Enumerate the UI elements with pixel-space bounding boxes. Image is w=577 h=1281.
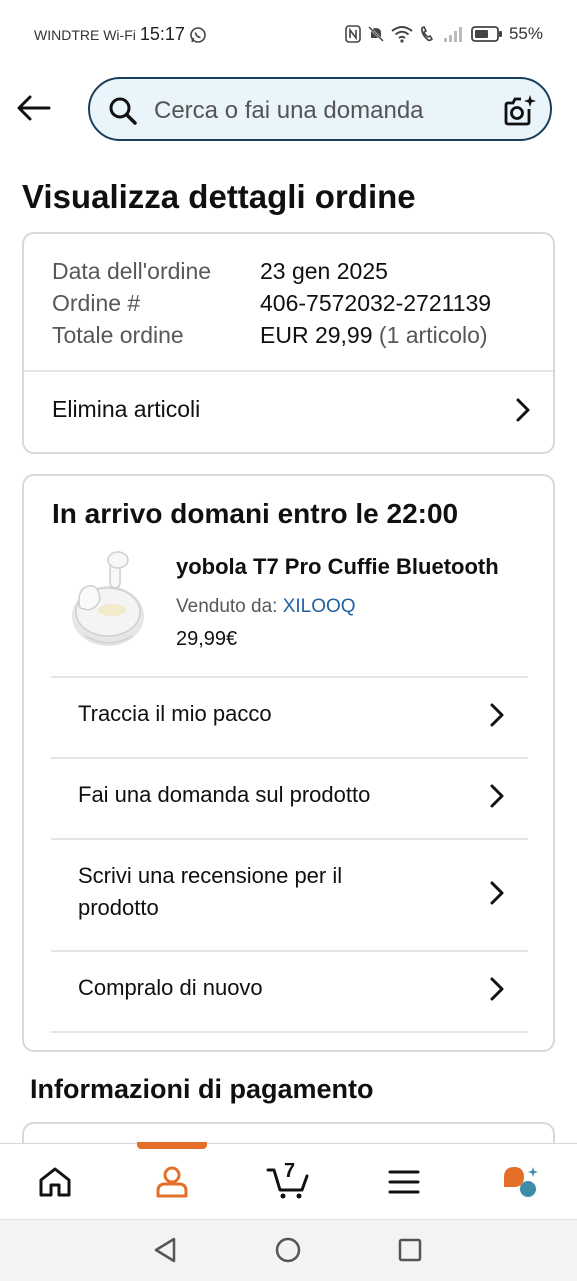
- status-bar: WINDTRE Wi-Fi 15:17 55%: [0, 0, 577, 70]
- chevron-right-icon: [490, 881, 504, 905]
- back-arrow-icon: [17, 95, 51, 121]
- nav-menu[interactable]: [364, 1144, 444, 1220]
- nav-home[interactable]: [15, 1144, 95, 1220]
- product-image[interactable]: [58, 550, 158, 660]
- order-total-value: EUR 29,99 (1 articolo): [260, 322, 488, 349]
- header: Cerca o fai una domanda: [0, 70, 577, 156]
- order-summary-card: Data dell'ordine 23 gen 2025 Ordine # 40…: [22, 232, 555, 454]
- status-right: 55%: [345, 24, 543, 44]
- action-label[interactable]: Compralo di nuovo: [78, 972, 263, 1004]
- signal-icon: [443, 27, 462, 42]
- chevron-right-icon: [490, 977, 504, 1001]
- chevron-right-icon: [490, 784, 504, 808]
- menu-icon: [388, 1170, 420, 1194]
- rufus-icon: [504, 1167, 538, 1197]
- wifi-icon: [391, 26, 413, 43]
- page-title: Visualizza dettagli ordine: [22, 178, 416, 215]
- search-icon: [109, 97, 137, 125]
- status-left: WINDTRE Wi-Fi 15:17: [34, 24, 207, 45]
- product-name[interactable]: yobola T7 Pro Cuffie Bluetooth: [176, 554, 499, 580]
- search-placeholder[interactable]: Cerca o fai una domanda: [154, 97, 424, 125]
- delete-items-row[interactable]: Elimina articoli: [24, 372, 553, 452]
- seller-link[interactable]: XILOOQ: [283, 596, 356, 617]
- order-date-value: 23 gen 2025: [260, 258, 388, 284]
- home-icon: [39, 1167, 71, 1197]
- nfc-icon: [345, 25, 361, 43]
- nav-cart[interactable]: 7: [248, 1144, 328, 1220]
- action-buy-again[interactable]: Compralo di nuovo: [24, 952, 553, 1030]
- action-label[interactable]: Fai una domanda sul prodotto: [78, 779, 370, 811]
- account-icon: [156, 1166, 188, 1198]
- divider: [51, 1031, 528, 1033]
- nav-rufus[interactable]: [480, 1144, 560, 1220]
- arrival-status: In arrivo domani entro le 22:00: [52, 498, 459, 529]
- sold-by-label: Venduto da:: [176, 596, 278, 617]
- back-button[interactable]: [14, 88, 54, 128]
- order-date-label: Data dell'ordine: [52, 258, 212, 284]
- order-item-count: (1 articolo): [378, 322, 488, 348]
- action-track-package[interactable]: Traccia il mio pacco: [24, 678, 553, 756]
- order-number-value: 406-7572032-2721139: [260, 290, 492, 316]
- clock: 15:17: [139, 24, 185, 44]
- action-label[interactable]: Scrivi una recensione per il prodotto: [78, 860, 408, 924]
- system-home-icon[interactable]: [274, 1236, 302, 1264]
- product-price: 29,99€: [176, 628, 238, 650]
- whatsapp-icon: [190, 26, 206, 43]
- action-ask-question[interactable]: Fai una domanda sul prodotto: [24, 759, 553, 837]
- order-total-label: Totale ordine: [52, 322, 184, 348]
- battery-percent: 55%: [508, 24, 543, 43]
- battery-icon: [471, 26, 502, 42]
- shipment-card: In arrivo domani entro le 22:00 yobola T…: [22, 474, 555, 1052]
- mute-icon: [368, 26, 384, 42]
- cart-count: 7: [284, 1160, 296, 1182]
- order-total-amount: EUR 29,99: [260, 322, 373, 348]
- camera-search-icon[interactable]: [502, 93, 538, 129]
- sold-by: Venduto da: XILOOQ: [176, 596, 356, 618]
- order-number-label: Ordine #: [52, 290, 141, 316]
- carrier-label: WINDTRE Wi-Fi: [34, 26, 136, 43]
- system-navigation-bar: [0, 1219, 577, 1281]
- action-write-review[interactable]: Scrivi una recensione per il prodotto: [24, 840, 553, 950]
- payment-section-title: Informazioni di pagamento: [30, 1074, 374, 1104]
- chevron-right-icon: [490, 703, 504, 727]
- delete-items-label[interactable]: Elimina articoli: [52, 396, 200, 423]
- chevron-right-icon: [516, 398, 530, 422]
- search-bar[interactable]: Cerca o fai una domanda: [88, 77, 552, 141]
- bottom-nav: 7: [0, 1142, 577, 1220]
- nav-account[interactable]: [132, 1144, 212, 1220]
- system-back-icon[interactable]: [152, 1236, 178, 1264]
- action-label[interactable]: Traccia il mio pacco: [78, 698, 272, 730]
- system-recents-icon[interactable]: [397, 1236, 423, 1264]
- wifi-call-icon: [421, 25, 433, 42]
